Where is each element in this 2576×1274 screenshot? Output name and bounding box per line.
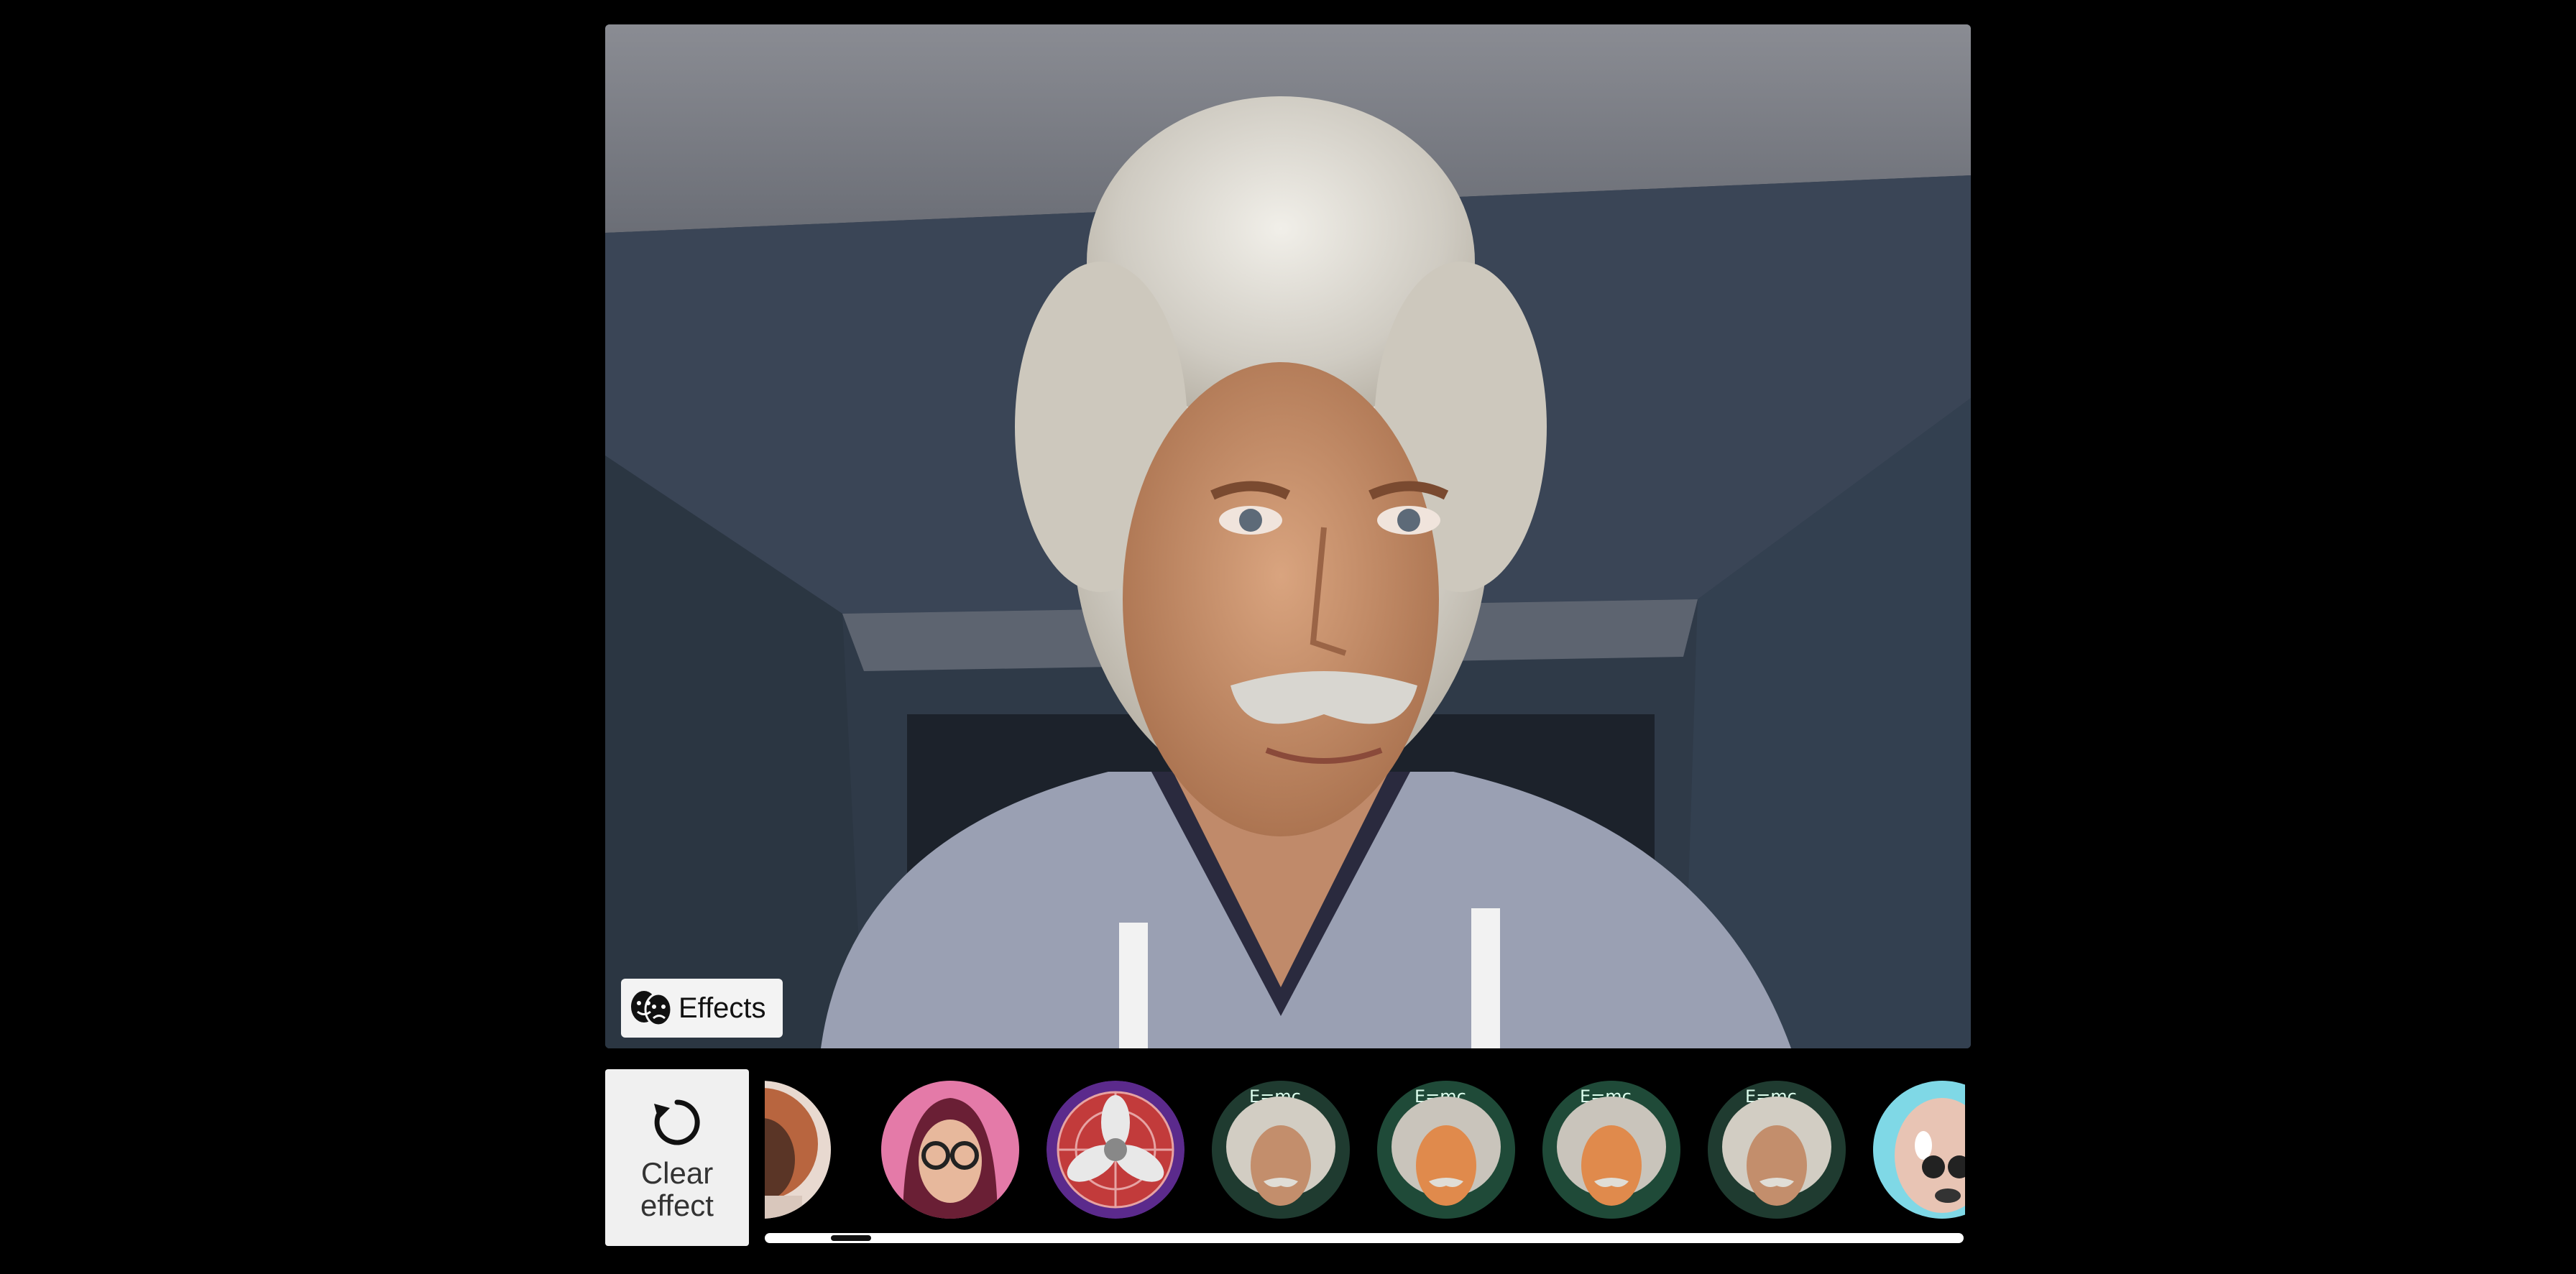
effect-tray: Clear effect E=mc E=mc E=mc E=mc [605, 1069, 1971, 1246]
effect-thumb-curly-hair[interactable] [765, 1081, 831, 1219]
clear-effect-label: Clear effect [640, 1155, 714, 1222]
effect-thumb-einstein-4[interactable]: E=mc [1708, 1081, 1846, 1219]
fan-icon [1046, 1081, 1184, 1219]
portrait-einstein-icon: E=mc [1708, 1081, 1846, 1219]
camera-feed-image [605, 24, 1971, 1048]
effect-thumb-einstein-2[interactable]: E=mc [1377, 1081, 1515, 1219]
effect-thumb-einstein-3[interactable]: E=mc [1542, 1081, 1680, 1219]
clear-effect-button[interactable]: Clear effect [605, 1069, 749, 1246]
portrait-headscarf-glasses-icon [881, 1081, 1019, 1219]
portrait-face-morph-icon [1873, 1081, 1965, 1219]
effect-thumb-face-morph[interactable] [1873, 1081, 1965, 1219]
reset-icon [654, 1099, 700, 1145]
effect-thumb-fan[interactable] [1046, 1081, 1184, 1219]
effects-button[interactable]: Effects [621, 979, 783, 1038]
camera-preview: Effects [605, 24, 1971, 1048]
portrait-einstein-icon: E=mc [1212, 1081, 1350, 1219]
portrait-curly-hair-icon [765, 1081, 831, 1219]
theater-masks-icon [631, 991, 673, 1027]
carousel-scrollbar[interactable] [765, 1233, 1964, 1243]
portrait-einstein-icon: E=mc [1542, 1081, 1680, 1219]
effects-carousel[interactable]: E=mc E=mc E=mc E=mc [765, 1069, 1965, 1246]
portrait-einstein-icon: E=mc [1377, 1081, 1515, 1219]
effect-thumb-einstein-1[interactable]: E=mc [1212, 1081, 1350, 1219]
effects-label: Effects [678, 992, 766, 1024]
scrollbar-thumb[interactable] [831, 1235, 871, 1241]
effect-thumb-headscarf-glasses[interactable] [881, 1081, 1019, 1219]
